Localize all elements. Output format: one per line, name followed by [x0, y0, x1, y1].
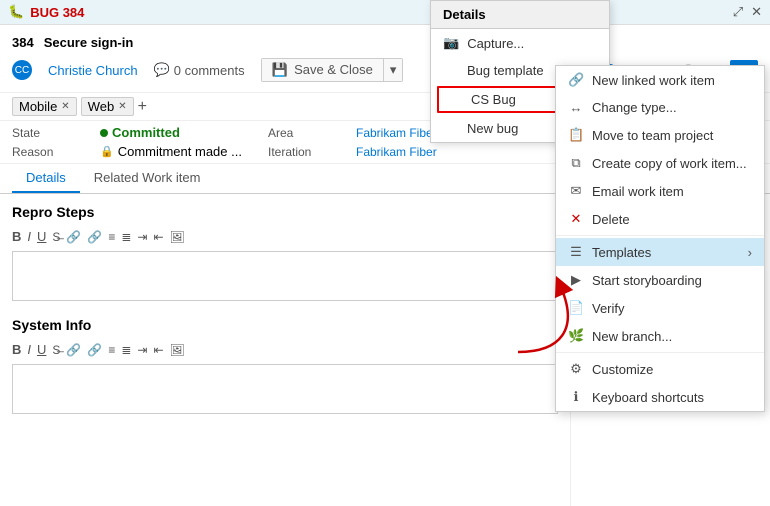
capture-icon: 📷: [443, 35, 459, 51]
tag-web: Web ✕: [81, 97, 134, 116]
list-button[interactable]: ≡: [108, 230, 115, 244]
comment-icon: 💬: [154, 62, 170, 78]
si-strikethrough-button[interactable]: S̶: [52, 343, 60, 357]
context-templates[interactable]: ☰ Templates ›: [556, 238, 764, 266]
work-item-number: 384: [12, 35, 34, 50]
context-new-linked[interactable]: 🔗 New linked work item: [556, 66, 764, 94]
title-bar-left: 🐛 BUG 384: [8, 4, 84, 20]
reason-label: Reason: [12, 145, 92, 159]
move-team-icon: 📋: [568, 127, 584, 143]
state-dot: [100, 129, 108, 137]
context-email[interactable]: ✉ Email work item: [556, 177, 764, 205]
link2-button[interactable]: 🔗: [87, 230, 102, 244]
title-bar-label: BUG 384: [30, 5, 84, 20]
repro-steps-title: Repro Steps: [12, 204, 558, 220]
keyboard-icon: ℹ: [568, 389, 584, 405]
iteration-label: Iteration: [268, 145, 348, 159]
dropdown-capture[interactable]: 📷 Capture...: [431, 29, 609, 57]
bug-icon: 🐛: [8, 4, 24, 20]
context-keyboard[interactable]: ℹ Keyboard shortcuts: [556, 383, 764, 411]
strikethrough-button[interactable]: S̶: [52, 230, 60, 244]
templates-icon: ☰: [568, 244, 584, 260]
outdent-button[interactable]: ⇤: [153, 230, 163, 244]
si-italic-button[interactable]: I: [27, 342, 31, 357]
avatar: CC: [12, 60, 32, 80]
details-dropdown-title: Details: [431, 1, 609, 29]
customize-icon: ⚙: [568, 361, 584, 377]
italic-button[interactable]: I: [27, 229, 31, 244]
si-outdent-button[interactable]: ⇤: [153, 343, 163, 357]
close-icon[interactable]: ✕: [751, 4, 762, 20]
state-label: State: [12, 126, 92, 140]
si-list-button[interactable]: ≡: [108, 343, 115, 357]
reason-value[interactable]: 🔒 Commitment made ...: [100, 144, 260, 159]
context-divider: [556, 235, 764, 236]
change-type-icon: ↔: [568, 100, 584, 115]
repro-steps-editor[interactable]: [12, 251, 558, 301]
comments-count: 0 comments: [174, 63, 245, 78]
expand-icon[interactable]: ⤢: [733, 4, 743, 20]
save-close-button[interactable]: 💾 Save & Close ▾: [261, 58, 404, 82]
storyboard-icon: ▶: [568, 272, 584, 288]
context-storyboard[interactable]: ▶ Start storyboarding: [556, 266, 764, 294]
tag-mobile: Mobile ✕: [12, 97, 77, 116]
link-button[interactable]: 🔗: [66, 230, 81, 244]
lock-icon: 🔒: [100, 145, 114, 158]
system-info-toolbar: B I U S̶ 🔗 🔗 ≡ ≣ ⇥ ⇤ 🖼: [12, 339, 558, 360]
underline-button[interactable]: U: [37, 229, 46, 244]
save-icon: 💾: [272, 62, 288, 77]
si-underline-button[interactable]: U: [37, 342, 46, 357]
context-divider-2: [556, 352, 764, 353]
iteration-value[interactable]: Fabrikam Fiber: [356, 145, 556, 159]
tag-mobile-label: Mobile: [19, 99, 57, 114]
work-item-title: Secure sign-in: [44, 35, 134, 50]
save-close-dropdown-arrow[interactable]: ▾: [383, 59, 403, 81]
si-link2-button[interactable]: 🔗: [87, 343, 102, 357]
context-change-type[interactable]: ↔ Change type...: [556, 94, 764, 121]
tab-details[interactable]: Details: [12, 164, 80, 193]
save-close-label[interactable]: 💾 Save & Close: [262, 59, 383, 81]
system-info-editor[interactable]: [12, 364, 558, 414]
verify-icon: 📄: [568, 300, 584, 316]
list2-button[interactable]: ≣: [121, 230, 131, 244]
area-label: Area: [268, 126, 348, 140]
email-icon: ✉: [568, 183, 584, 199]
create-copy-icon: ⧉: [568, 155, 584, 171]
si-bold-button[interactable]: B: [12, 342, 21, 357]
image-button[interactable]: 🖼: [170, 230, 185, 244]
context-new-branch[interactable]: 🌿 New branch...: [556, 322, 764, 350]
si-list2-button[interactable]: ≣: [121, 343, 131, 357]
new-linked-icon: 🔗: [568, 72, 584, 88]
tag-mobile-remove[interactable]: ✕: [61, 101, 69, 112]
templates-arrow: ›: [748, 245, 752, 260]
bold-button[interactable]: B: [12, 229, 21, 244]
tab-related-work-item[interactable]: Related Work item: [80, 164, 215, 193]
tag-web-remove[interactable]: ✕: [118, 101, 126, 112]
add-tag-button[interactable]: +: [138, 98, 147, 116]
author-name[interactable]: Christie Church: [48, 63, 138, 78]
delete-icon: ✕: [568, 211, 584, 227]
new-branch-icon: 🌿: [568, 328, 584, 344]
state-value[interactable]: Committed: [100, 125, 260, 140]
context-menu: 🔗 New linked work item ↔ Change type... …: [555, 65, 765, 412]
context-verify[interactable]: 📄 Verify: [556, 294, 764, 322]
si-indent-button[interactable]: ⇥: [137, 343, 147, 357]
comments-button[interactable]: 💬 0 comments: [154, 62, 245, 78]
indent-button[interactable]: ⇥: [137, 230, 147, 244]
si-link-button[interactable]: 🔗: [66, 343, 81, 357]
left-panel: Repro Steps B I U S̶ 🔗 🔗 ≡ ≣ ⇥ ⇤ 🖼 Syste…: [0, 194, 570, 506]
context-delete[interactable]: ✕ Delete: [556, 205, 764, 233]
work-title: 384 Secure sign-in: [12, 31, 758, 52]
title-bar: 🐛 BUG 384 ⤢ ✕: [0, 0, 770, 25]
context-move-team[interactable]: 📋 Move to team project: [556, 121, 764, 149]
context-customize[interactable]: ⚙ Customize: [556, 355, 764, 383]
repro-steps-toolbar: B I U S̶ 🔗 🔗 ≡ ≣ ⇥ ⇤ 🖼: [12, 226, 558, 247]
system-info-title: System Info: [12, 317, 558, 333]
context-create-copy[interactable]: ⧉ Create copy of work item...: [556, 149, 764, 177]
tag-web-label: Web: [88, 99, 115, 114]
si-image-button[interactable]: 🖼: [170, 343, 185, 357]
title-bar-icons: ⤢ ✕: [733, 4, 762, 20]
